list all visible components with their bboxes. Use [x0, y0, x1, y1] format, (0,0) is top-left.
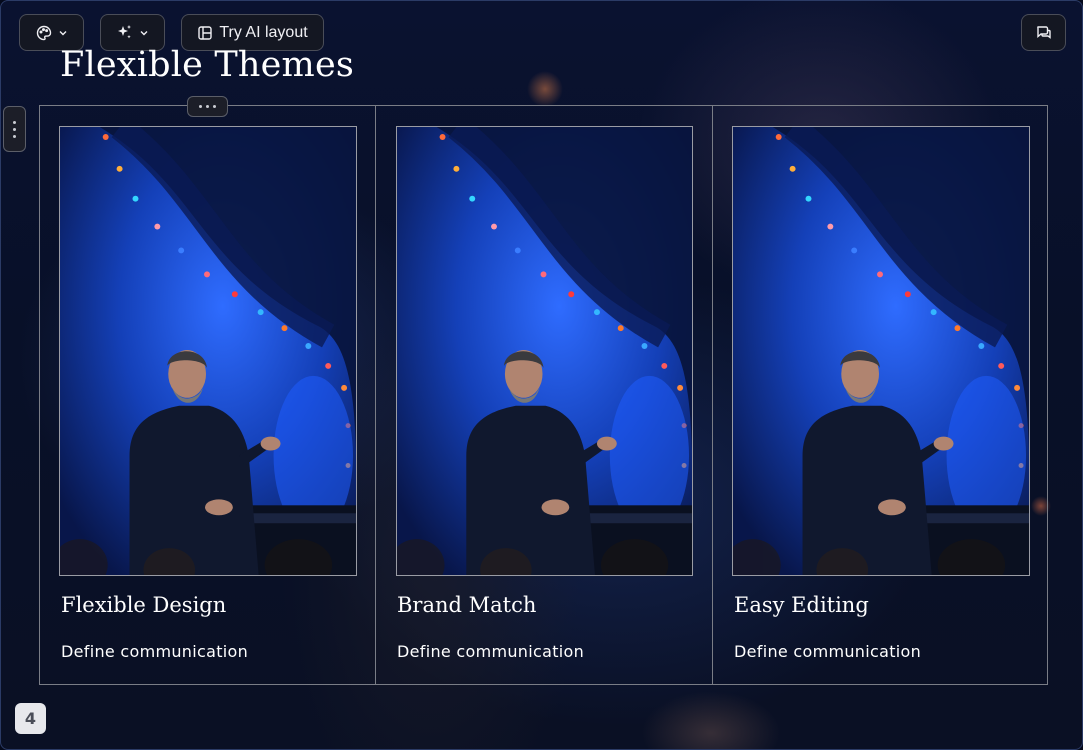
card-image[interactable]	[732, 126, 1030, 576]
card-description[interactable]: Define communication	[61, 642, 248, 661]
dot-icon	[206, 105, 209, 108]
comments-button[interactable]	[1021, 14, 1066, 51]
dot-icon	[13, 120, 16, 124]
card-title[interactable]: Flexible Design	[61, 593, 226, 617]
layout-icon	[197, 25, 213, 41]
card-image[interactable]	[59, 126, 357, 576]
drag-handle-vertical[interactable]	[3, 106, 26, 152]
sparkles-icon	[116, 24, 133, 41]
dot-icon	[199, 105, 202, 108]
slide-canvas: Try AI layout Flexible Themes Flexible D…	[0, 0, 1083, 750]
chevron-down-icon	[139, 28, 149, 38]
comment-icon	[1035, 24, 1052, 41]
card-description[interactable]: Define communication	[397, 642, 584, 661]
drag-handle-horizontal[interactable]	[187, 96, 228, 117]
card-flexible-design[interactable]: Flexible Design Define communication	[40, 106, 376, 684]
card-title[interactable]: Easy Editing	[734, 593, 869, 617]
card-title[interactable]: Brand Match	[397, 593, 536, 617]
dot-icon	[13, 134, 16, 138]
page-number-badge: 4	[15, 703, 46, 734]
background-hand	[641, 691, 781, 749]
try-ai-layout-label: Try AI layout	[219, 23, 308, 41]
dot-icon	[213, 105, 216, 108]
card-grid[interactable]: Flexible Design Define communication Bra…	[39, 105, 1048, 685]
card-image[interactable]	[396, 126, 693, 576]
palette-icon	[36, 25, 52, 41]
dot-icon	[13, 127, 16, 131]
speaker-photo	[397, 127, 692, 575]
speaker-photo	[60, 127, 356, 575]
slide-title[interactable]: Flexible Themes	[60, 45, 354, 85]
card-divider	[1046, 106, 1048, 684]
speaker-photo	[733, 127, 1029, 575]
chevron-down-icon	[58, 28, 68, 38]
card-brand-match[interactable]: Brand Match Define communication	[376, 106, 713, 684]
card-description[interactable]: Define communication	[734, 642, 921, 661]
card-easy-editing[interactable]: Easy Editing Define communication	[713, 106, 1048, 684]
